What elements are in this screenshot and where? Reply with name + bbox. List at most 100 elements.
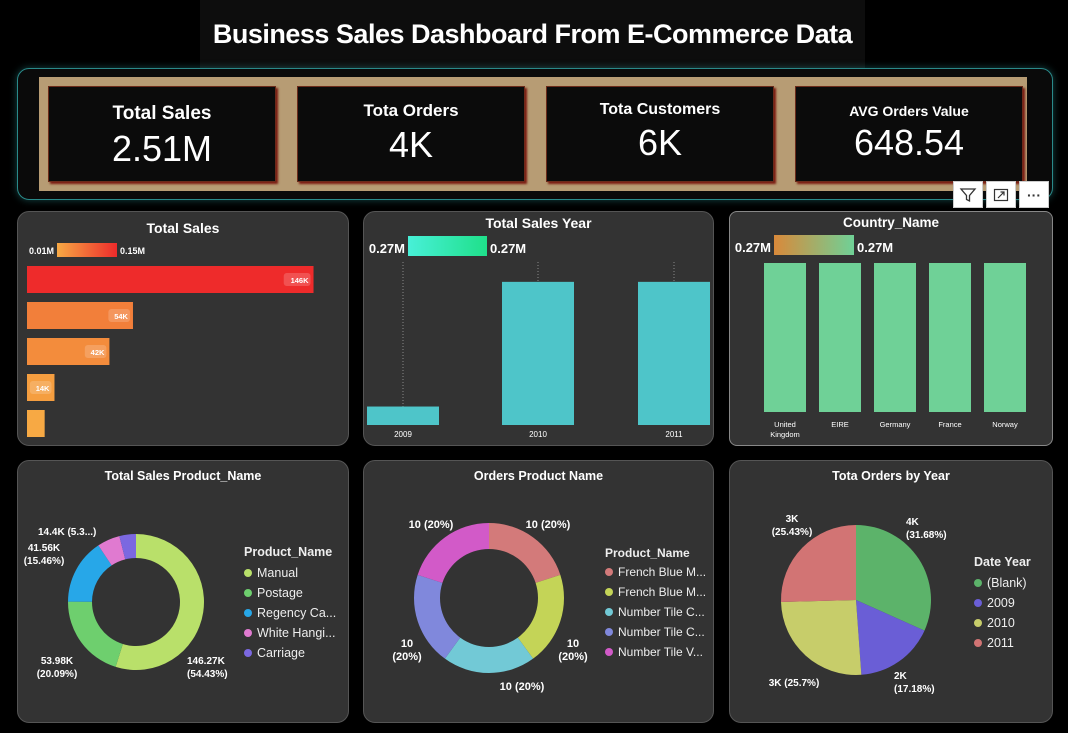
x-tick-label: United bbox=[774, 420, 796, 429]
legend-dot bbox=[605, 568, 613, 576]
kpi-label: Tota Customers bbox=[599, 101, 721, 118]
legend-label: Postage bbox=[257, 586, 303, 600]
total-sales-product-card[interactable]: Total Sales Product_Name 146.27K (54.43%)… bbox=[17, 460, 349, 723]
data-label: (20%) bbox=[558, 651, 588, 663]
kpi-card-total-customers[interactable]: Tota Customers 6K bbox=[546, 86, 774, 182]
focus-mode-icon[interactable] bbox=[986, 181, 1016, 208]
total-sales-year-card[interactable]: Total Sales Year 0.27M 0.27M 2009 2010 2011 bbox=[363, 211, 714, 446]
data-label: 10 bbox=[567, 638, 579, 650]
data-label: 53.98K bbox=[41, 656, 74, 667]
dashboard-title: Business Sales Dashboard From E-Commerce… bbox=[212, 18, 853, 49]
total-sales-year-chart: 0.27M 0.27M 2009 2010 2011 bbox=[367, 236, 710, 439]
legend-item[interactable]: Carriage bbox=[244, 643, 336, 663]
legend-dot bbox=[244, 589, 252, 597]
product-legend: Product_Name Manual Postage Regency Ca..… bbox=[244, 545, 336, 663]
more-options-label: ··· bbox=[1027, 186, 1041, 203]
kpi-card-total-sales[interactable]: Total Sales 2.51M bbox=[48, 86, 276, 182]
bar bbox=[764, 263, 806, 412]
legend-label: (Blank) bbox=[987, 576, 1027, 590]
x-tick-label: 2009 bbox=[394, 430, 412, 439]
slice bbox=[68, 601, 123, 667]
orders-product-card[interactable]: Orders Product Name 10 (20%) 10 (20%) 10 (2… bbox=[363, 460, 714, 723]
kpi-card-total-orders[interactable]: Tota Orders 4K bbox=[297, 86, 525, 182]
legend-item[interactable]: 2010 bbox=[974, 613, 1031, 633]
legend-dot bbox=[244, 629, 252, 637]
gradient-legend-bar bbox=[57, 243, 117, 257]
legend-label: Carriage bbox=[257, 646, 305, 660]
country-name-card[interactable]: Country_Name 0.27M 0.27M United Kingdom EIRE… bbox=[729, 211, 1053, 446]
kpi-card-avg-order-value[interactable]: AVG Orders Value 648.54 bbox=[795, 86, 1023, 182]
kpi-label: AVG Orders Value bbox=[849, 103, 969, 119]
bar bbox=[367, 406, 439, 425]
data-label: 10 (20%) bbox=[409, 519, 454, 531]
gradient-max-label: 0.27M bbox=[490, 241, 526, 256]
legend-dot bbox=[974, 579, 982, 587]
x-tick-label: France bbox=[938, 420, 961, 429]
gradient-min-label: 0.27M bbox=[735, 240, 771, 255]
legend-title: Product_Name bbox=[605, 546, 690, 560]
country-name-chart: 0.27M 0.27M UnitedKingdom EIRE Germany France… bbox=[735, 235, 1026, 439]
legend-label: 2009 bbox=[987, 596, 1015, 610]
kpi-strip: Total Sales 2.51M Tota Orders 4K Tota Cu… bbox=[39, 77, 1027, 191]
legend-item[interactable]: Manual bbox=[244, 563, 336, 583]
legend-item[interactable]: Regency Ca... bbox=[244, 603, 336, 623]
bar bbox=[874, 263, 916, 412]
data-label: 41.56K bbox=[28, 543, 61, 554]
legend-item[interactable]: 2011 bbox=[974, 633, 1031, 653]
data-label: 3K bbox=[786, 514, 800, 525]
bar bbox=[27, 410, 45, 437]
legend-item[interactable]: Number Tile V... bbox=[605, 642, 706, 662]
filter-icon[interactable] bbox=[953, 181, 983, 208]
legend-label: Number Tile V... bbox=[618, 645, 703, 659]
legend-label: Number Tile C... bbox=[618, 625, 705, 639]
legend-item[interactable]: Number Tile C... bbox=[605, 622, 706, 642]
legend-dot bbox=[605, 648, 613, 656]
legend-item[interactable]: French Blue M... bbox=[605, 582, 706, 602]
legend-dot bbox=[974, 599, 982, 607]
legend-item[interactable]: Number Tile C... bbox=[605, 602, 706, 622]
slice bbox=[517, 574, 564, 659]
gradient-legend-bar bbox=[774, 235, 854, 255]
kpi-panel: Total Sales 2.51M Tota Orders 4K Tota Cu… bbox=[17, 68, 1053, 200]
gradient-max-label: 0.15M bbox=[120, 246, 145, 256]
legend-label: 2010 bbox=[987, 616, 1015, 630]
gradient-max-label: 0.27M bbox=[857, 240, 893, 255]
data-label: 3K (25.7%) bbox=[769, 678, 820, 689]
legend-item[interactable]: 2009 bbox=[974, 593, 1031, 613]
kpi-value: 6K bbox=[637, 122, 683, 163]
data-label: 10 (20%) bbox=[500, 681, 545, 693]
legend-dot bbox=[244, 649, 252, 657]
data-label: (31.68%) bbox=[906, 530, 947, 541]
data-label: 10 bbox=[401, 638, 413, 650]
data-label: 2K bbox=[894, 671, 908, 682]
visual-toolbar: ··· bbox=[953, 181, 1049, 208]
data-label: (20.09%) bbox=[37, 669, 78, 680]
more-options-icon[interactable]: ··· bbox=[1019, 181, 1049, 208]
total-sales-chart: 0.01M 0.15M 146K 54K 42K 14K bbox=[27, 243, 314, 437]
legend-label: 2011 bbox=[987, 636, 1014, 650]
kpi-label: Tota Orders bbox=[363, 101, 459, 120]
gradient-legend-bar bbox=[408, 236, 487, 256]
gradient-min-label: 0.27M bbox=[369, 241, 405, 256]
x-tick-label: Norway bbox=[992, 420, 1018, 429]
data-label: 54K bbox=[114, 312, 128, 321]
legend-item[interactable]: Postage bbox=[244, 583, 336, 603]
data-label: (17.18%) bbox=[894, 684, 935, 695]
data-label: 14.4K (5.3...) bbox=[38, 527, 96, 538]
orders-by-year-card[interactable]: Tota Orders by Year 4K (31.68%) 2K (17.18%)… bbox=[729, 460, 1053, 723]
legend-item[interactable]: French Blue M... bbox=[605, 562, 706, 582]
legend-dot bbox=[605, 628, 613, 636]
legend-item[interactable]: White Hangi... bbox=[244, 623, 336, 643]
slice bbox=[489, 523, 561, 583]
legend-label: Manual bbox=[257, 566, 298, 580]
dashboard-title-bar: Business Sales Dashboard From E-Commerce… bbox=[200, 0, 865, 68]
legend-dot bbox=[974, 639, 982, 647]
legend-item[interactable]: (Blank) bbox=[974, 573, 1031, 593]
bar bbox=[929, 263, 971, 412]
data-label: 42K bbox=[91, 348, 105, 357]
slice bbox=[444, 637, 534, 673]
bar bbox=[502, 281, 574, 425]
total-sales-card[interactable]: Total Sales 0.01M 0.15M 146K 54K 42K 14K bbox=[17, 211, 349, 446]
legend-label: French Blue M... bbox=[618, 565, 707, 579]
x-tick-label: 2011 bbox=[665, 430, 683, 439]
